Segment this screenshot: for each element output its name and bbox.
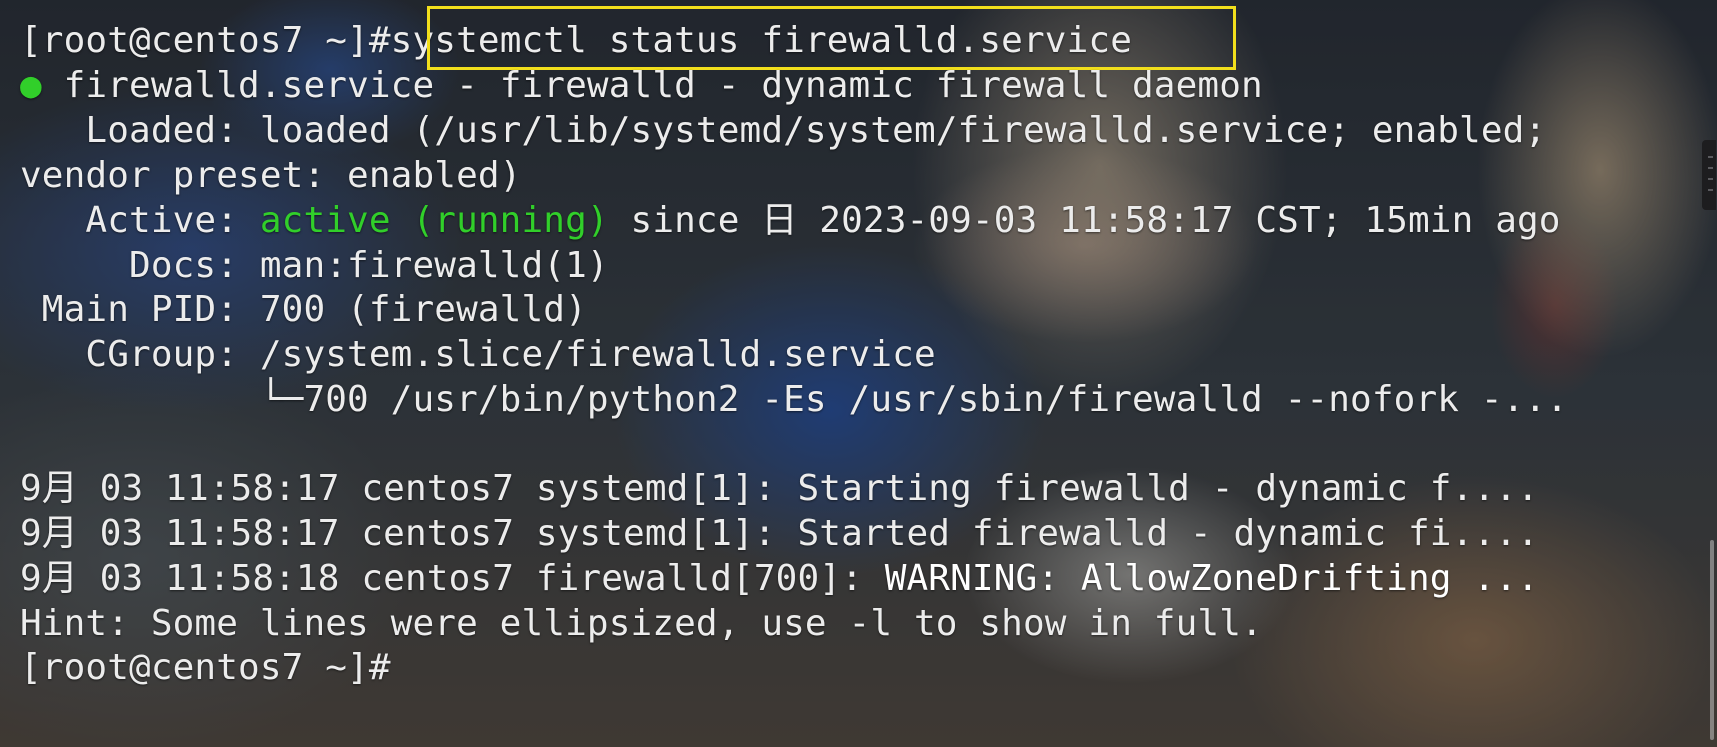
cgroup-process-line: └─700 /usr/bin/python2 -Es /usr/sbin/fir…: [20, 379, 1569, 420]
service-description: firewalld.service - firewalld - dynamic …: [41, 65, 1263, 106]
hint-line: Hint: Some lines were ellipsized, use -l…: [20, 603, 1263, 644]
status-dot-icon: ●: [20, 65, 42, 106]
cgroup-line: CGroup: /system.slice/firewalld.service: [20, 334, 936, 375]
active-line: Active: active (running) since 日 2023-09…: [20, 196, 1561, 245]
log-line: 9月 03 11:58:17 centos7 systemd[1]: Start…: [20, 468, 1539, 509]
log-prefix: 9月 03 11:58:18 centos7 firewalld[700]:: [20, 558, 885, 599]
service-title-line: ● firewalld.service - firewalld - dynami…: [20, 61, 1263, 110]
active-label: Active:: [20, 200, 260, 241]
active-since: since 日 2023-09-03 11:58:17 CST; 15min a…: [608, 200, 1561, 241]
terminal-window[interactable]: [root@centos7 ~]#systemctl status firewa…: [0, 0, 1717, 747]
final-prompt: [root@centos7 ~]#: [20, 647, 391, 688]
vendor-preset-line: vendor preset: enabled): [20, 155, 522, 196]
shell-prompt: [root@centos7 ~]#: [20, 20, 391, 61]
main-pid-line: Main PID: 700 (firewalld): [20, 289, 587, 330]
active-state: active (running): [259, 200, 609, 241]
warning-message: WARNING: AllowZoneDrifting ...: [884, 558, 1539, 599]
log-line: 9月 03 11:58:17 centos7 systemd[1]: Start…: [20, 513, 1539, 554]
log-line: 9月 03 11:58:18 centos7 firewalld[700]: W…: [20, 554, 1539, 603]
docs-line: Docs: man:firewalld(1): [20, 245, 609, 286]
loaded-line: Loaded: loaded (/usr/lib/systemd/system/…: [20, 110, 1547, 151]
scroll-indicator-icon[interactable]: [1702, 140, 1716, 210]
scrollbar[interactable]: [1710, 540, 1714, 740]
